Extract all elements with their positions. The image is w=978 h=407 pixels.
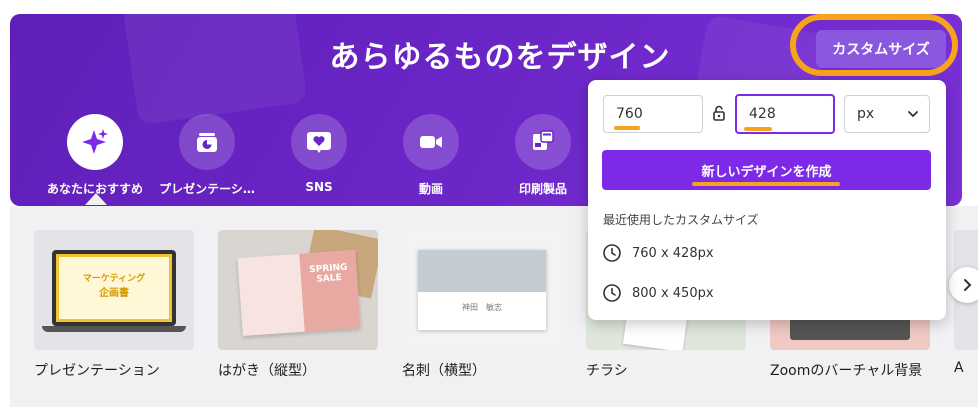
custom-size-button[interactable]: カスタムサイズ xyxy=(816,30,946,68)
template-label: A xyxy=(954,360,964,376)
category-recommended[interactable]: あなたにおすすめ xyxy=(40,114,150,197)
custom-size-popup: 760 428 px 新しいデザインを作成 最近使用したカスタムサイズ 760 … xyxy=(588,80,946,320)
template-thumb-business-card[interactable]: 神田 敏志 xyxy=(402,230,562,350)
thumb-text: 企画書 xyxy=(99,288,129,299)
unit-select[interactable]: px xyxy=(844,95,930,133)
lock-open-icon[interactable] xyxy=(712,105,726,125)
recent-sizes-title: 最近使用したカスタムサイズ xyxy=(603,213,759,227)
chevron-right-icon xyxy=(964,279,972,291)
laptop-screen: マーケティング 企画書 xyxy=(52,250,176,326)
category-sns[interactable]: SNS xyxy=(264,114,374,194)
category-print[interactable]: 印刷製品 xyxy=(488,114,598,197)
annotation-underline xyxy=(744,127,772,131)
category-label: 印刷製品 xyxy=(518,182,567,196)
template-label: 名刺（横型） xyxy=(402,363,486,379)
template-thumb-presentation[interactable]: マーケティング 企画書 xyxy=(34,230,194,350)
active-category-pointer xyxy=(85,193,107,205)
thumb-text: 神田 敏志 xyxy=(462,303,502,312)
hero-title: あらゆるものをデザイン xyxy=(329,40,671,75)
recent-size-label: 760 x 428px xyxy=(632,245,714,261)
chevron-down-icon xyxy=(908,111,918,118)
postcard-shape: SPRING SALE xyxy=(237,249,361,337)
recent-size-label: 800 x 450px xyxy=(632,285,714,301)
thumb-text: マーケティング xyxy=(82,274,146,284)
category-label: SNS xyxy=(305,180,333,194)
recent-size-item[interactable]: 800 x 450px xyxy=(602,283,714,303)
hero-decoration xyxy=(122,14,308,126)
clock-icon xyxy=(603,284,621,302)
heart-chat-icon xyxy=(291,114,347,170)
category-label: 動画 xyxy=(418,182,443,196)
template-thumb-postcard[interactable]: SPRING SALE xyxy=(218,230,378,350)
template-label: Zoomのバーチャル背景 xyxy=(770,363,923,379)
card-photo xyxy=(418,250,546,292)
recent-size-item[interactable]: 760 x 428px xyxy=(602,243,714,263)
template-label: はがき（縦型） xyxy=(218,363,316,379)
presentation-icon xyxy=(179,114,235,170)
business-card-shape: 神田 敏志 xyxy=(418,250,546,330)
annotation-underline xyxy=(692,182,840,186)
category-video[interactable]: 動画 xyxy=(376,114,486,197)
sparkle-icon xyxy=(67,114,123,170)
unit-select-value: px xyxy=(857,106,875,122)
template-label: プレゼンテーション xyxy=(34,363,160,379)
print-icon xyxy=(515,114,571,170)
template-label: チラシ xyxy=(586,363,628,379)
category-presentation[interactable]: プレゼンテーシ… xyxy=(152,114,262,197)
carousel-next-button[interactable] xyxy=(949,267,978,303)
video-camera-icon xyxy=(403,114,459,170)
clock-icon xyxy=(603,244,621,262)
annotation-underline xyxy=(614,126,640,130)
laptop-base xyxy=(42,326,186,332)
category-label: プレゼンテーシ… xyxy=(159,182,255,196)
